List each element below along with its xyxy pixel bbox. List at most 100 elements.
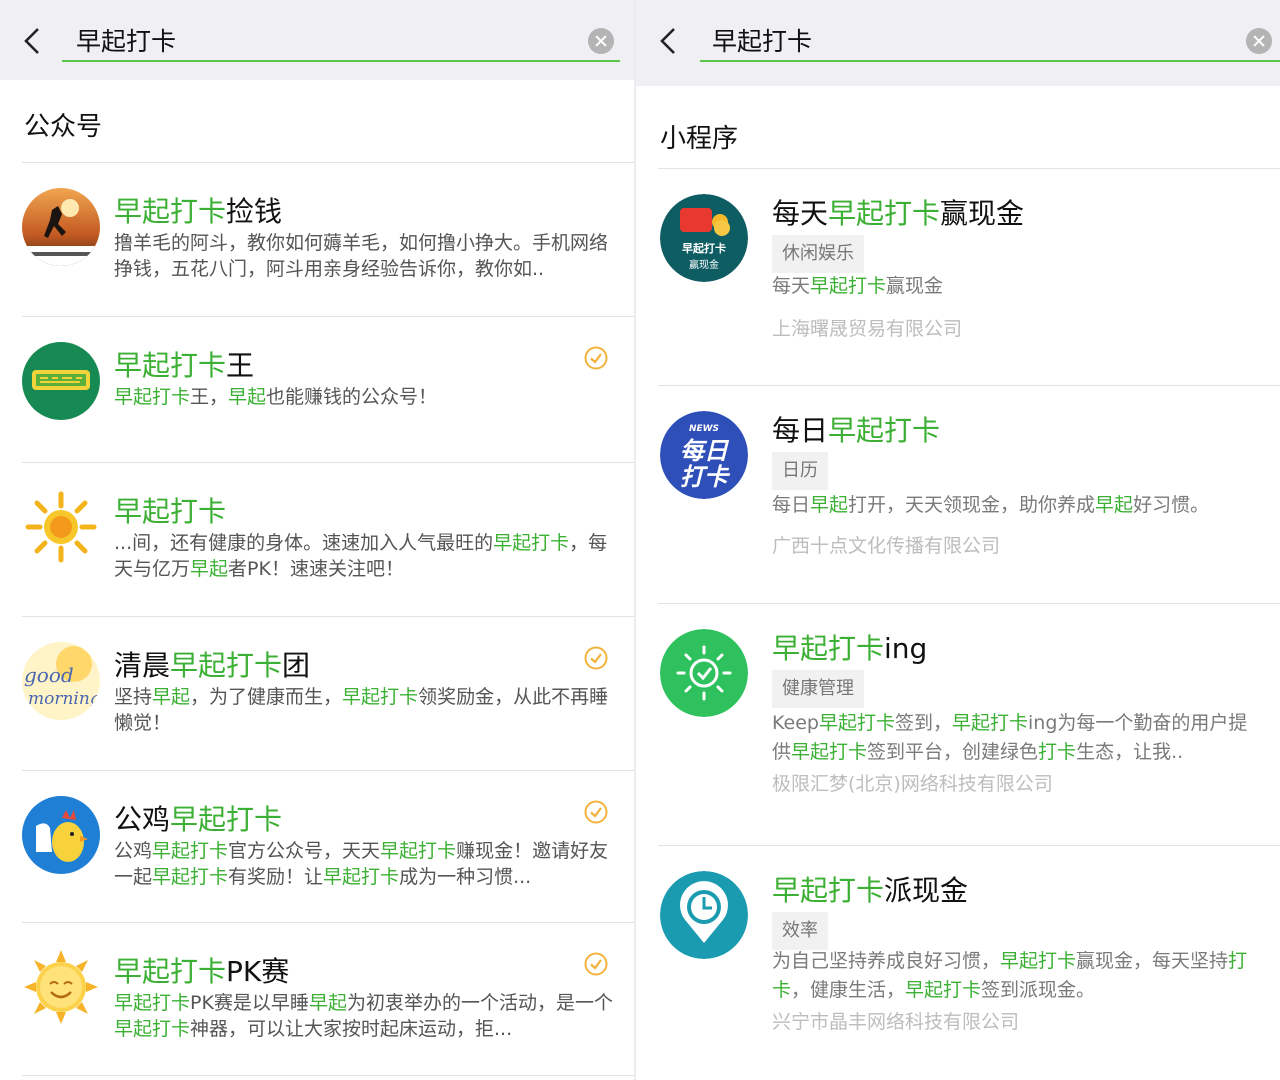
sun-avatar — [22, 488, 100, 566]
account-list-item[interactable]: 早起打卡王 早起打卡王，早起也能赚钱的公众号！ — [0, 316, 634, 462]
text-segment: 好习惯。 — [1133, 494, 1210, 516]
account-title: 清晨早起打卡团 — [114, 644, 310, 684]
divider-line — [22, 162, 634, 163]
highlight-keyword: 早起打卡 — [905, 979, 982, 1001]
text-segment: 公鸡 — [114, 803, 171, 836]
text-segment: 赢现金 — [940, 197, 1025, 230]
clear-search-icon[interactable] — [588, 28, 614, 54]
rooster-avatar — [22, 796, 100, 874]
mini-program-list-item[interactable]: 早起打卡派现金 效率 为自己坚持养成良好习惯，早起打卡赢现金，每天坚持打卡，健康生活… — [636, 845, 1280, 1080]
divider-line — [658, 168, 1280, 169]
highlight-keyword: 早起打卡 — [791, 741, 868, 763]
mini-program-title: 早起打卡ing — [772, 627, 927, 667]
divider-line — [658, 385, 1280, 386]
text-segment: 为初衷举办的一个活动，是一个 — [346, 992, 613, 1014]
red-envelope-coin-icon: 早起打卡 赢现金 — [660, 194, 748, 282]
highlight-keyword: 早起打卡 — [828, 197, 941, 230]
mini-program-list-item[interactable]: 早起打卡 赢现金 每天早起打卡赢现金 休闲娱乐 每天早起打卡赢现金 上海曙晟贸易有限公司 — [636, 168, 1280, 385]
mini-program-list-item[interactable]: NEWS 每日 打卡 每日早起打卡 日历 每日早起打开，天天领现金，助你养成早起好习惯。广… — [636, 385, 1280, 603]
mini-program-description: 每日早起打开，天天领现金，助你养成早起好习惯。 — [772, 491, 1262, 520]
text-segment: 赢现金，每天坚持 — [1076, 950, 1229, 972]
divider-line — [658, 845, 1280, 846]
search-input[interactable] — [76, 24, 556, 60]
text-segment: 神器，可以让大家按时起床运动，拒... — [190, 1018, 513, 1040]
divider-line — [22, 316, 634, 317]
highlight-keyword: 早起 — [190, 558, 229, 580]
svg-text:good: good — [24, 663, 74, 687]
sun-checkmark-icon — [660, 629, 748, 717]
category-tag: 效率 — [772, 912, 828, 950]
highlight-keyword: 早起打卡 — [152, 840, 229, 862]
mini-program-title: 早起打卡派现金 — [772, 869, 968, 909]
verified-badge-icon — [584, 800, 608, 824]
highlight-keyword: 早起打卡 — [951, 712, 1028, 734]
highlight-keyword: 早起打卡 — [170, 803, 283, 836]
highlight-keyword: 打卡 — [1038, 741, 1077, 763]
highlight-keyword: 早起打卡 — [114, 195, 227, 228]
text-segment: PK赛是以早睡 — [190, 992, 309, 1014]
text-segment: ...间，还有健康的身体。速速加入人气最旺的 — [114, 532, 494, 554]
account-list-item[interactable]: 早起打卡捡钱 撸羊毛的阿斗，教你如何薅羊毛，如何撸小挣大。手机网络挣钱，五花八门，… — [0, 162, 634, 316]
text-segment: 派现金 — [884, 874, 969, 907]
search-underline — [62, 60, 620, 62]
highlight-keyword: 早起打卡 — [772, 874, 885, 907]
account-title: 早起打卡王 — [114, 344, 254, 384]
back-arrow-icon[interactable] — [654, 24, 684, 58]
mini-program-title: 每天早起打卡赢现金 — [772, 192, 1024, 232]
back-arrow-icon[interactable] — [18, 24, 48, 58]
official-accounts-panel: 公众号 早起打卡捡钱撸羊毛的阿斗，教你如何薅羊毛，如何撸小挣大。手机网络挣钱，五… — [0, 0, 634, 1080]
highlight-keyword: 早起打卡 — [1000, 950, 1077, 972]
divider-line — [22, 1075, 634, 1076]
divider-line — [22, 922, 634, 923]
text-segment: 每日 — [772, 414, 829, 447]
account-list-item[interactable]: 早起打卡PK赛 早起打卡PK赛是以早睡早起为初衷举办的一个活动，是一个早起打卡神器… — [0, 922, 634, 1075]
text-segment: 签到， — [894, 712, 952, 734]
divider-line — [658, 603, 1280, 604]
text-segment: 王 — [226, 349, 255, 382]
mini-program-list-item[interactable]: 早起打卡ing 健康管理 Keep早起打卡签到，早起打卡ing为每一个勤奋的用户提供… — [636, 603, 1280, 845]
text-segment: 成为一种习惯... — [399, 866, 532, 888]
account-list-item[interactable]: good morning 清晨早起打卡团 坚持早起，为了健康而生，早起打卡领奖励金，从… — [0, 616, 634, 770]
search-underline — [700, 60, 1280, 62]
text-segment: 捡钱 — [226, 195, 283, 228]
highlight-keyword: 早起打卡 — [380, 840, 457, 862]
highlight-keyword: 早起打卡 — [114, 349, 227, 382]
text-segment: 者PK！速速关注吧！ — [228, 558, 404, 580]
section-title-official-accounts: 公众号 — [24, 112, 103, 142]
clear-search-icon[interactable] — [1246, 28, 1272, 54]
divider-line — [22, 462, 634, 463]
highlight-keyword: 早起打卡 — [810, 275, 887, 297]
account-list-item[interactable]: 公鸡早起打卡 公鸡早起打卡官方公众号，天天早起打卡赚现金！邀请好友一起早起打卡有奖… — [0, 770, 634, 922]
highlight-keyword: 早起 — [810, 494, 849, 516]
developer-company: 广西十点文化传播有限公司 — [772, 535, 1001, 557]
text-segment: 生态，让我.. — [1076, 741, 1184, 763]
divider-line — [22, 616, 634, 617]
account-title: 早起打卡PK赛 — [114, 950, 289, 990]
text-segment: Keep — [772, 712, 819, 734]
mini-program-description: Keep早起打卡签到，早起打卡ing为每一个勤奋的用户提供早起打卡签到平台，创建… — [772, 709, 1262, 767]
highlight-keyword: 早起打卡 — [493, 532, 570, 554]
text-segment: ，为了健康而生， — [190, 686, 343, 708]
category-tag: 休闲娱乐 — [772, 235, 864, 273]
account-title: 公鸡早起打卡 — [114, 798, 282, 838]
account-title: 早起打卡 — [114, 490, 226, 530]
text-segment: 坚持 — [114, 686, 153, 708]
account-description: 早起打卡王，早起也能赚钱的公众号！ — [114, 384, 614, 410]
smiling-sun-avatar — [22, 948, 100, 1026]
account-description: ...间，还有健康的身体。速速加入人气最旺的早起打卡，每天与亿万早起者PK！速速… — [114, 530, 614, 582]
text-segment: 签到平台，创建绿色 — [867, 741, 1039, 763]
developer-company: 上海曙晟贸易有限公司 — [772, 318, 963, 340]
account-list-item[interactable]: 早起打卡 ...间，还有健康的身体。速速加入人气最旺的早起打卡，每天与亿万早起者P… — [0, 462, 634, 616]
developer-company: 兴宁市晶丰网络科技有限公司 — [772, 1011, 1020, 1033]
highlight-keyword: 早起打卡 — [323, 866, 400, 888]
search-input[interactable] — [712, 24, 1192, 60]
section-title-mini-programs: 小程序 — [660, 124, 739, 154]
account-title: 早起打卡捡钱 — [114, 190, 282, 230]
developer-company: 极限汇梦(北京)网络科技有限公司 — [772, 773, 1053, 795]
svg-text:打卡: 打卡 — [680, 463, 731, 491]
highlight-keyword: 早起打卡 — [114, 992, 191, 1014]
mini-programs-panel: 小程序 早起打卡赢现金每天早起打卡赢现金休闲娱乐每天早起打卡赢现金上海曙晟贸易有… — [636, 0, 1280, 1080]
highlight-keyword: 早起打卡 — [818, 712, 895, 734]
verified-badge-icon — [584, 952, 608, 976]
search-bar — [636, 0, 1280, 86]
